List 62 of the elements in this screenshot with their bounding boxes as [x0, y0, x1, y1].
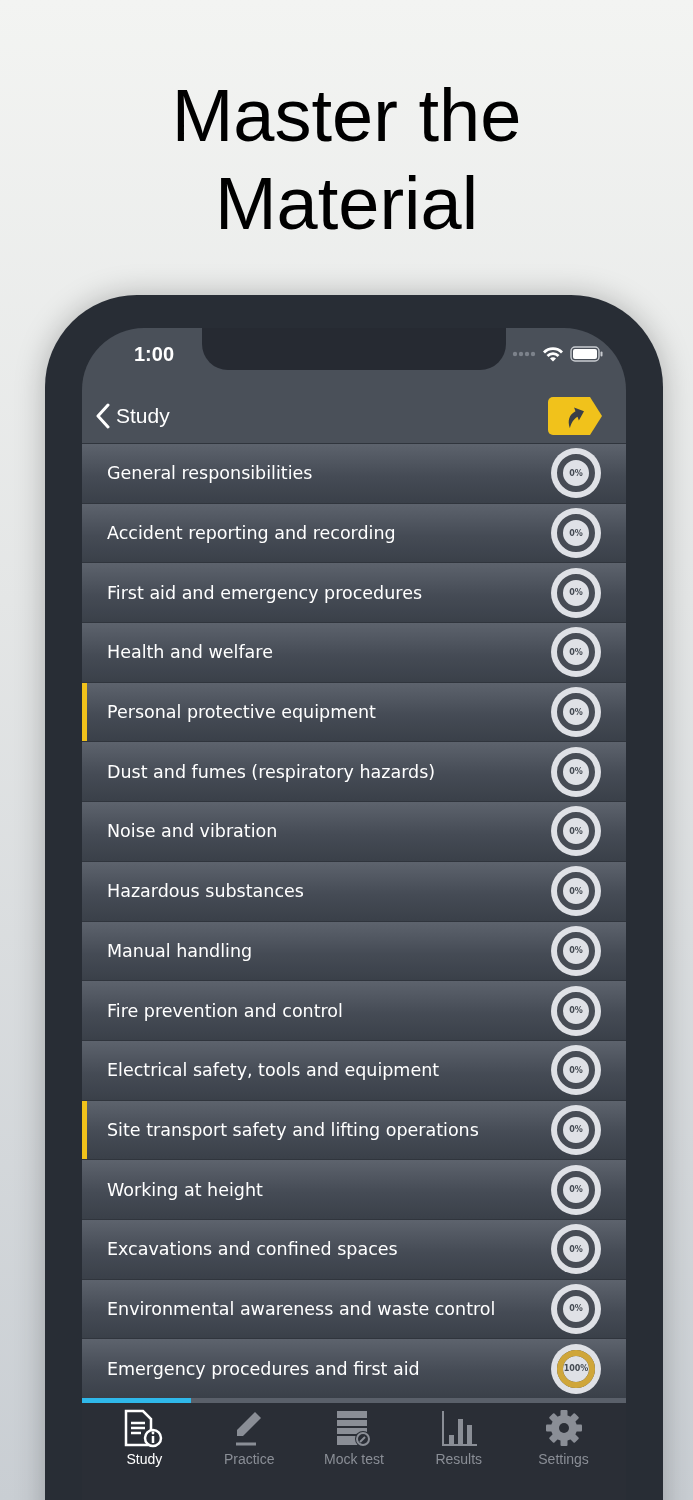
topic-title: First aid and emergency procedures — [106, 582, 424, 603]
topic-row[interactable]: Working at height 0% — [82, 1159, 626, 1219]
percent-label: 0% — [569, 468, 583, 478]
percent-label: 0% — [569, 946, 583, 956]
topic-row[interactable]: Environmental awareness and waste control 0% — [82, 1278, 626, 1339]
topic-title: Fire prevention and control — [106, 1000, 344, 1021]
topic-row[interactable]: Health and welfare 0% — [82, 622, 626, 682]
percent-label: 0% — [569, 1006, 583, 1016]
tab-item[interactable]: Mock test — [301, 1409, 407, 1473]
topic-row[interactable]: Electrical safety, tools and equipment 0% — [82, 1039, 626, 1100]
chevron-left-icon — [96, 402, 110, 429]
percent-label: 0% — [569, 1185, 583, 1195]
percent-label: 0% — [569, 707, 583, 717]
topic-title: General responsibilities — [106, 463, 314, 484]
topic-row[interactable]: General responsibilities 0% — [82, 443, 626, 503]
topic-row[interactable]: Manual handling 0% — [82, 920, 626, 981]
topic-title: Emergency procedures and first aid — [106, 1358, 421, 1379]
topic-row[interactable]: Emergency procedures and first aid 100% — [82, 1338, 626, 1398]
percent-label: 0% — [569, 826, 583, 836]
percent-label: 100% — [563, 1364, 589, 1374]
topic-title: Dust and fumes (respiratory hazards) — [106, 761, 437, 782]
topic-title: Health and welfare — [106, 642, 274, 663]
topic-title: Working at height — [106, 1179, 264, 1200]
share-button[interactable] — [548, 396, 602, 435]
back-button[interactable]: Study — [96, 402, 170, 429]
percent-label: 0% — [569, 528, 583, 538]
topic-row[interactable]: First aid and emergency procedures 0% — [82, 562, 626, 623]
topic-title: Electrical safety, tools and equipment — [106, 1060, 441, 1081]
percent-label: 0% — [569, 588, 583, 598]
status-time: 1:00 — [134, 342, 175, 366]
tab-item[interactable]: Study — [92, 1409, 197, 1473]
percent-label: 0% — [569, 886, 583, 896]
arrow-tag-icon — [548, 396, 602, 435]
topic-row[interactable]: Personal protective equipment 0% — [82, 681, 626, 742]
topic-title: Site transport safety and lifting operations — [106, 1119, 480, 1140]
percent-label: 0% — [569, 1304, 583, 1314]
topic-title: Noise and vibration — [106, 821, 279, 842]
topic-row[interactable]: Site transport safety and lifting operations 0% — [82, 1099, 626, 1160]
topic-title: Excavations and confined spaces — [106, 1239, 399, 1260]
topic-row[interactable]: Noise and vibration 0% — [82, 801, 626, 861]
percent-label: 0% — [569, 647, 583, 657]
topic-row[interactable]: Accident reporting and recording 0% — [82, 502, 626, 563]
topic-title: Manual handling — [106, 940, 254, 961]
topic-row[interactable]: Dust and fumes (respiratory hazards) 0% — [82, 741, 626, 802]
tab-item[interactable]: Practice — [196, 1409, 302, 1473]
tab-item[interactable]: Results — [406, 1409, 512, 1473]
topic-title: Personal protective equipment — [106, 702, 377, 723]
percent-label: 0% — [569, 767, 583, 777]
topic-title: Hazardous substances — [106, 881, 305, 902]
battery-icon — [570, 346, 604, 362]
headline: Master the Material — [170, 73, 523, 247]
percent-label: 0% — [569, 1065, 583, 1075]
topic-row[interactable]: Excavations and confined spaces 0% — [82, 1218, 626, 1279]
percent-label: 0% — [569, 1125, 583, 1135]
wifi-icon — [542, 346, 564, 362]
topic-row[interactable]: Hazardous substances 0% — [82, 860, 626, 921]
topic-row[interactable]: Fire prevention and control 0% — [82, 980, 626, 1040]
topic-title: Accident reporting and recording — [106, 523, 397, 544]
tab-item[interactable]: Settings — [511, 1409, 616, 1473]
topic-title: Environmental awareness and waste control — [106, 1298, 497, 1319]
signal-icon — [512, 351, 536, 357]
percent-label: 0% — [569, 1244, 583, 1254]
